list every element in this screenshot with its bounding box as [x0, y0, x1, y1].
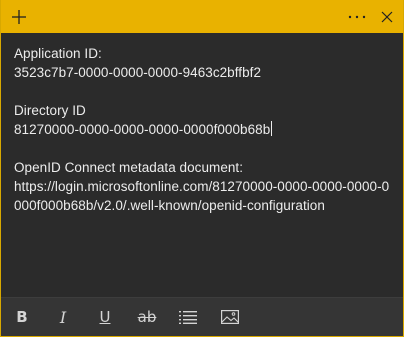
app-id-value: 3523c7b7-0000-0000-0000-9463c2bffbf2 [14, 65, 262, 80]
bullet-list-icon [179, 311, 197, 324]
sticky-note-window: Application ID: 3523c7b7-0000-0000-0000-… [0, 0, 404, 337]
app-id-label: Application ID: [14, 46, 102, 61]
italic-button[interactable]: I [48, 298, 78, 336]
note-text-area[interactable]: Application ID: 3523c7b7-0000-0000-0000-… [14, 44, 394, 215]
bullet-list-button[interactable] [173, 298, 203, 336]
bold-button[interactable]: B [7, 298, 37, 336]
dir-id-label: Directory ID [14, 103, 86, 118]
more-options-button[interactable] [341, 0, 373, 33]
strikethrough-button[interactable]: ab [132, 298, 162, 336]
new-note-button[interactable] [3, 0, 35, 33]
dir-id-value: 81270000-0000-0000-0000-0000f000b68b [14, 122, 271, 137]
plus-icon [12, 9, 26, 24]
image-icon [221, 310, 239, 324]
close-icon [381, 11, 393, 22]
insert-image-button[interactable] [215, 298, 245, 336]
format-toolbar: B I U ab [1, 297, 403, 336]
title-bar [1, 0, 403, 33]
text-cursor [271, 121, 273, 136]
underline-button[interactable]: U [90, 298, 120, 336]
openid-value: https://login.microsoftonline.com/812700… [14, 179, 390, 213]
openid-label: OpenID Connect metadata document: [14, 160, 244, 175]
close-button[interactable] [371, 0, 403, 33]
ellipsis-icon [348, 15, 366, 18]
